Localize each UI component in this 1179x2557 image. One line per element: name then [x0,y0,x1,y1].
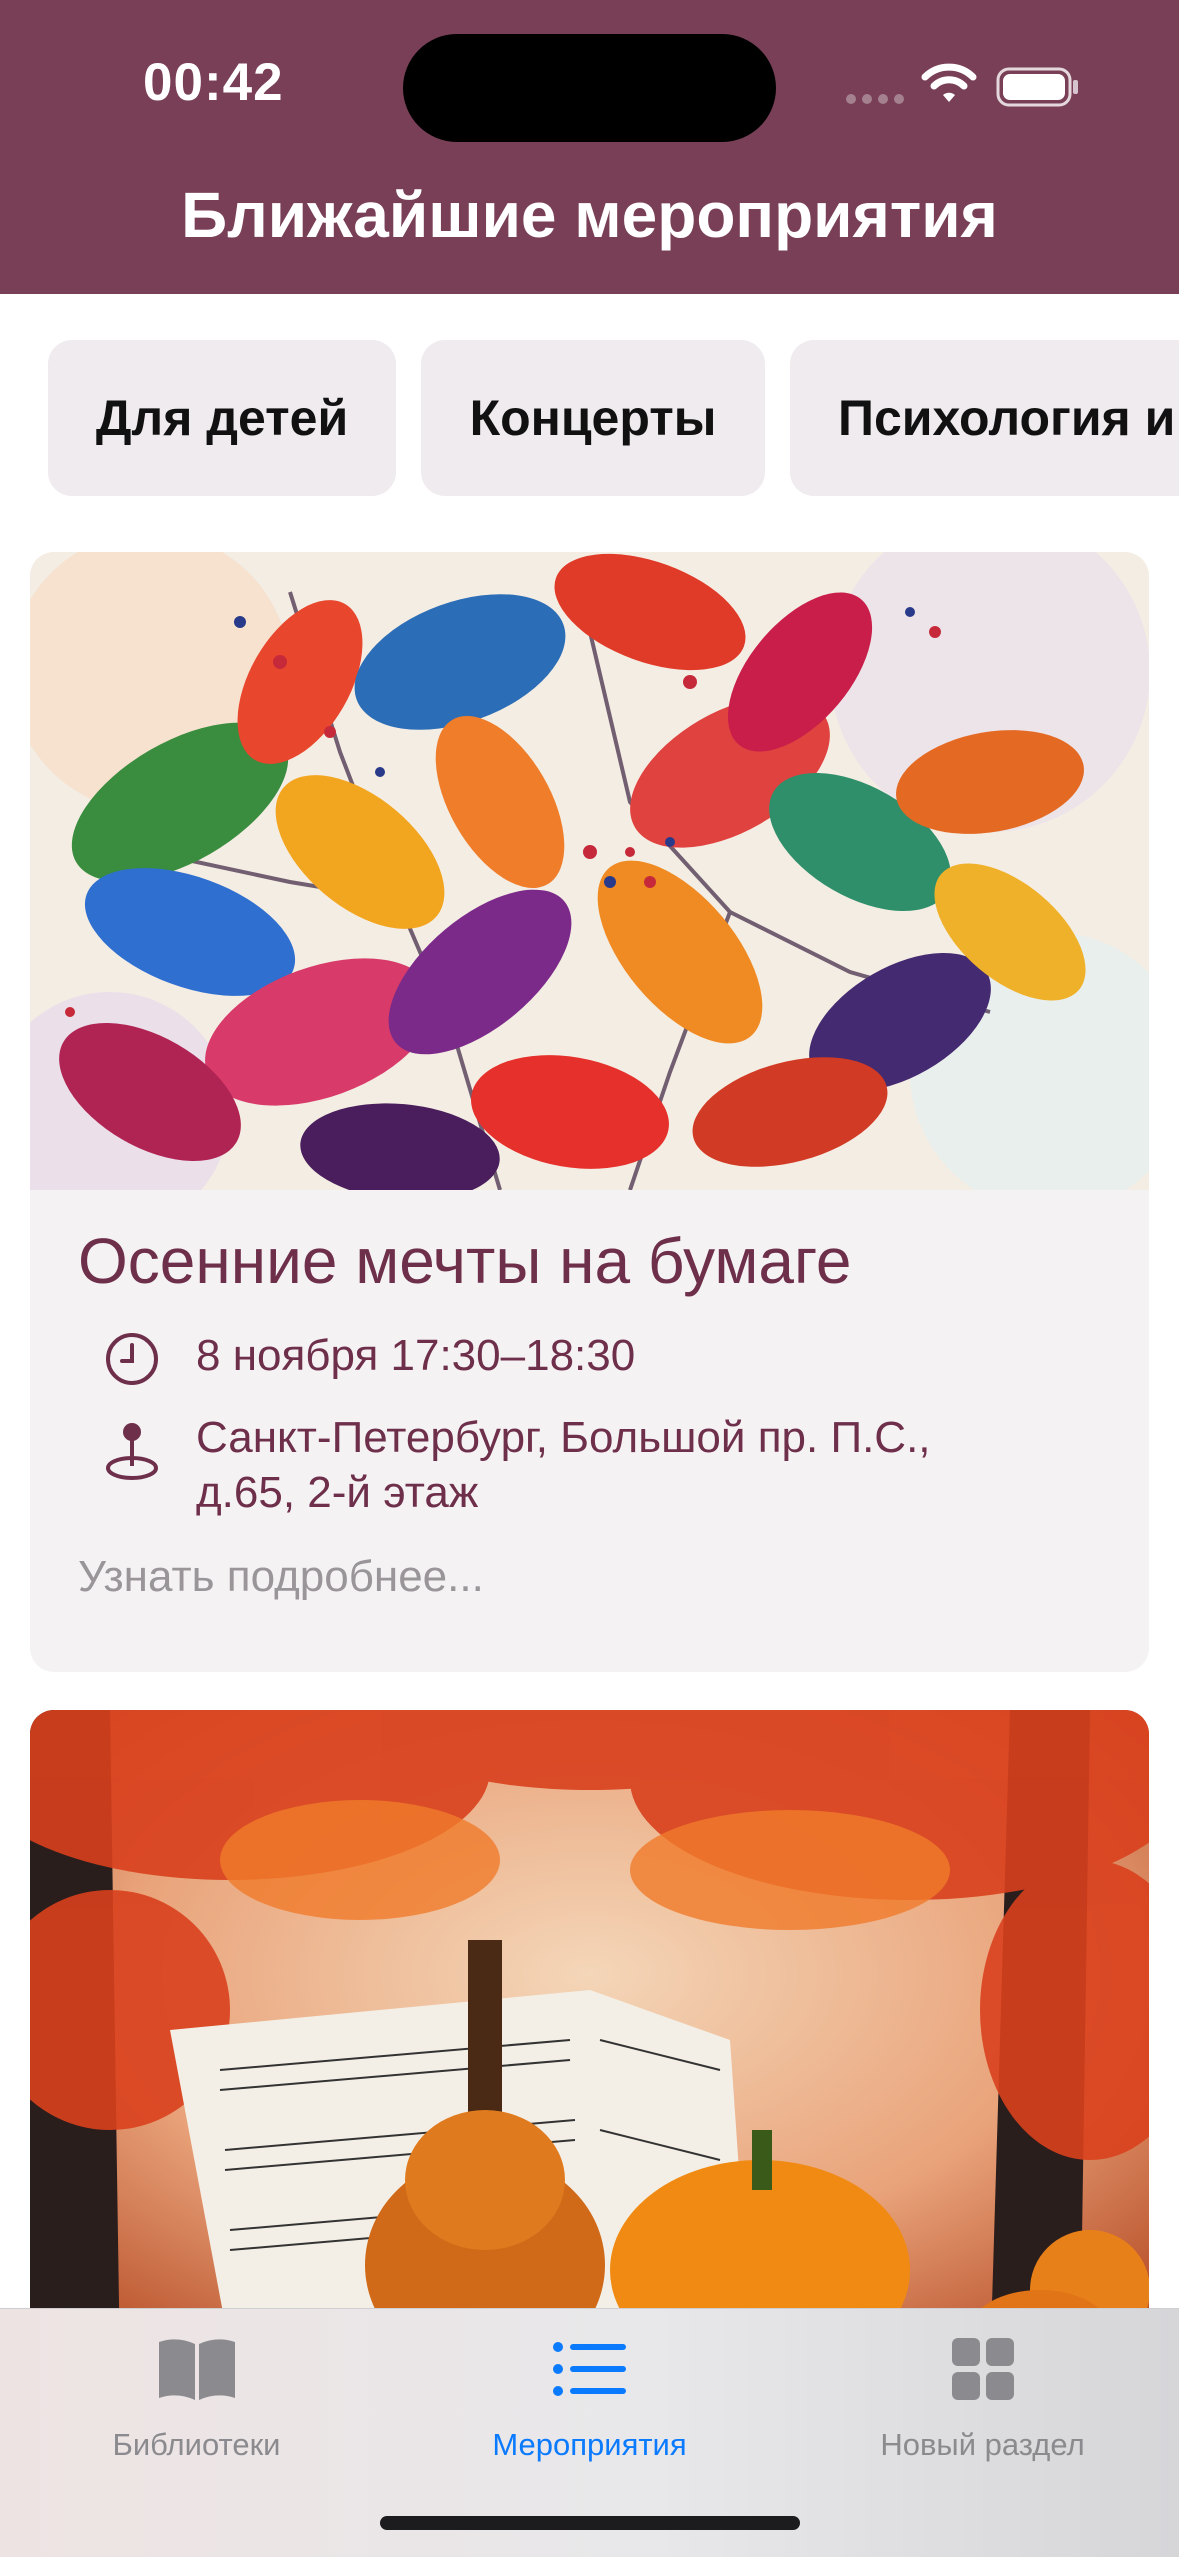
category-chips: Для детей Концерты Психология и [0,340,1179,500]
tab-new-section[interactable]: Новый раздел [786,2309,1179,2509]
event-datetime: 8 ноября 17:30–18:30 [196,1331,636,1380]
chip-psychology[interactable]: Психология и [790,340,1179,496]
cellular-signal-icon [846,94,904,104]
event-card[interactable]: Осенние мечты на бумаге 8 ноября 17:30–1… [30,552,1149,1672]
page-title: Ближайшие мероприятия [181,179,998,251]
status-time: 00:42 [143,53,284,112]
event-datetime-row: 8 ноября 17:30–18:30 [102,1328,1036,1387]
map-pin-icon [106,1423,158,1480]
event-card[interactable] [30,1710,1149,2370]
header-bar: 00:42 Ближайшие мероприятия [0,0,1179,294]
autumn-violin-concert-image [30,1710,1149,2370]
learn-more-link[interactable]: Узнать подробнее... [78,1552,484,1602]
book-icon [158,2339,235,2400]
tab-events[interactable]: Мероприятия [393,2309,786,2509]
event-address: Санкт-Петербург, Большой пр. П.С., д.65,… [196,1413,931,1517]
dynamic-island [403,34,776,142]
chip-kids[interactable]: Для детей [48,340,396,496]
tab-libraries[interactable]: Библиотеки [0,2309,393,2509]
autumn-leaves-watercolor-image [30,552,1149,1190]
event-title: Осенние мечты на бумаге [78,1225,852,1297]
chip-concerts[interactable]: Концерты [421,340,765,496]
event-address-row: Санкт-Петербург, Большой пр. П.С., д.65,… [102,1410,1036,1520]
list-icon [552,2342,626,2396]
clock-icon [106,1333,158,1385]
wifi-icon [921,63,977,102]
battery-icon [996,67,1078,107]
home-indicator [380,2516,800,2530]
grid-icon [951,2338,1014,2400]
